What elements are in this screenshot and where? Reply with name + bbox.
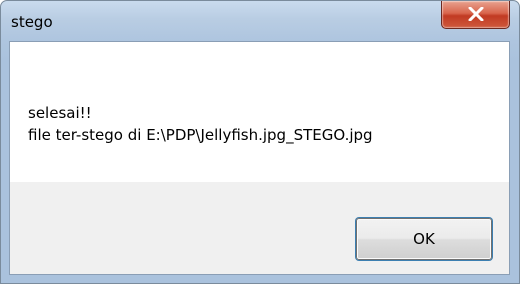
close-button[interactable] — [441, 1, 510, 29]
message-area: selesai!! file ter-stego di E:\PDP\Jelly… — [10, 42, 509, 182]
dialog-body: selesai!! file ter-stego di E:\PDP\Jelly… — [9, 41, 510, 275]
window-title: stego — [11, 13, 53, 31]
button-bar: OK — [10, 182, 509, 274]
message-dialog: stego selesai!! file ter-stego di E:\PDP… — [0, 0, 520, 284]
message-line-filepath: file ter-stego di E:\PDP\Jellyfish.jpg_S… — [28, 126, 373, 144]
title-bar[interactable]: stego — [1, 1, 519, 41]
ok-button[interactable]: OK — [356, 218, 492, 260]
message-line-status: selesai!! — [28, 104, 92, 122]
close-icon — [468, 7, 484, 21]
